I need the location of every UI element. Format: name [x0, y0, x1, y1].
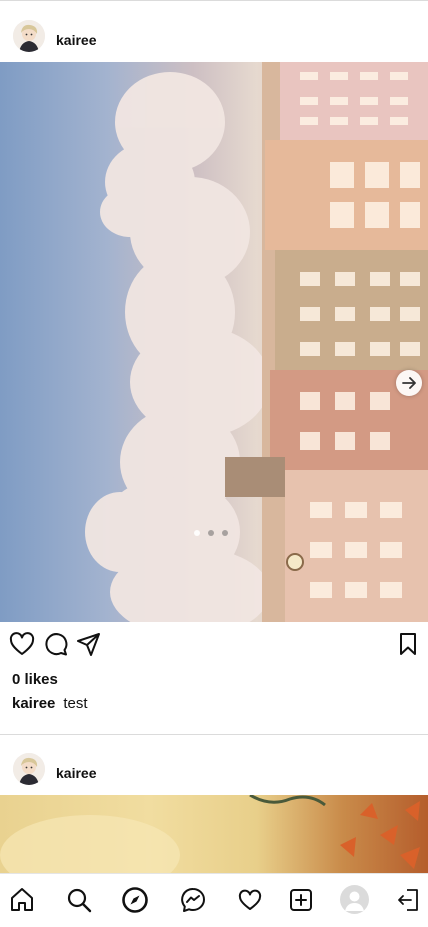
carousel-dot — [222, 530, 228, 536]
carousel-next-button[interactable] — [396, 370, 422, 396]
carousel-dot — [208, 530, 214, 536]
carousel-indicator — [194, 530, 228, 536]
post-actions — [0, 622, 428, 666]
photo-scene — [85, 62, 428, 622]
post-username[interactable]: kairee — [56, 32, 96, 48]
post-photo[interactable] — [0, 62, 428, 622]
likes-count[interactable]: 0 likes — [12, 671, 58, 688]
heart-icon[interactable] — [236, 886, 264, 914]
post-caption: kairee test — [12, 695, 88, 712]
photo-scene — [0, 795, 420, 873]
post-header: kairee — [0, 0, 428, 60]
bookmark-icon[interactable] — [394, 630, 422, 658]
comment-icon[interactable] — [42, 630, 70, 658]
new-post-icon[interactable] — [287, 886, 315, 914]
logout-icon[interactable] — [394, 886, 422, 914]
arrow-right-icon — [402, 377, 416, 389]
share-icon[interactable] — [75, 630, 103, 658]
home-icon[interactable] — [8, 886, 36, 914]
search-icon[interactable] — [65, 886, 93, 914]
carousel-dot — [194, 530, 200, 536]
post-photo[interactable] — [0, 795, 428, 873]
caption-text: test — [63, 695, 88, 712]
post-username[interactable]: kairee — [56, 765, 96, 781]
messenger-icon[interactable] — [179, 886, 207, 914]
bottom-navigation — [0, 873, 428, 927]
user-icon — [345, 891, 364, 911]
heart-icon[interactable] — [8, 630, 36, 658]
avatar[interactable] — [13, 20, 45, 52]
caption-username[interactable]: kairee — [12, 695, 55, 712]
avatar[interactable] — [13, 753, 45, 785]
profile-avatar[interactable] — [340, 885, 369, 914]
post-header: kairee — [0, 733, 428, 793]
explore-icon[interactable] — [121, 886, 149, 914]
